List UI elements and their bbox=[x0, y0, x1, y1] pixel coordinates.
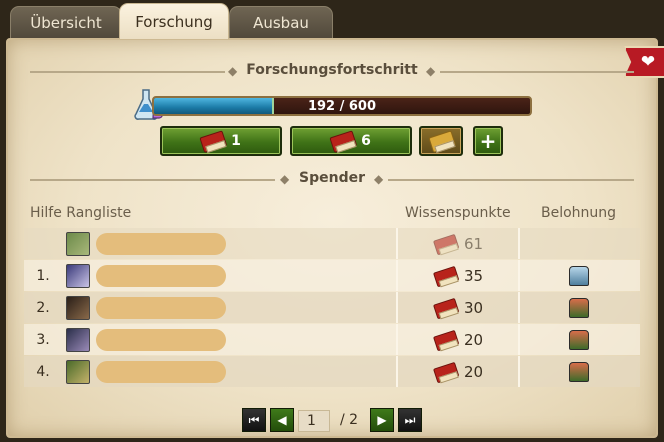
rank: 3. bbox=[36, 331, 50, 348]
avatar bbox=[66, 264, 90, 288]
points: 35 bbox=[434, 260, 524, 291]
add-button[interactable]: + bbox=[473, 126, 503, 156]
invest-6-button[interactable]: 6 bbox=[290, 126, 412, 156]
avatar bbox=[66, 328, 90, 352]
points: 61 bbox=[434, 228, 524, 259]
tab-label: Übersicht bbox=[30, 13, 102, 32]
red-book-icon bbox=[432, 328, 457, 351]
red-book-icon bbox=[432, 296, 457, 319]
button-label: 6 bbox=[361, 133, 371, 149]
points-value: 30 bbox=[464, 298, 484, 317]
tab-label: Forschung bbox=[135, 12, 213, 31]
points: 20 bbox=[434, 324, 524, 355]
avatar bbox=[66, 360, 90, 384]
table-row[interactable]: 61 bbox=[24, 228, 640, 259]
button-label: 1 bbox=[231, 133, 241, 149]
redacted-player-name bbox=[96, 265, 226, 287]
redacted-player-name bbox=[96, 361, 226, 383]
red-book-icon bbox=[199, 129, 225, 153]
red-book-icon bbox=[432, 360, 457, 383]
rank bbox=[24, 228, 62, 259]
points-value: 35 bbox=[464, 266, 484, 285]
column-points: Wissenspunkte bbox=[405, 205, 511, 221]
avatar bbox=[66, 232, 90, 256]
redacted-player-name bbox=[96, 329, 226, 351]
next-page-button[interactable]: ▶ bbox=[370, 408, 394, 432]
column-reward: Belohnung bbox=[541, 205, 617, 221]
heart-icon: ❤ bbox=[640, 52, 656, 72]
red-book-icon bbox=[432, 264, 457, 287]
page-number-input[interactable]: 1 bbox=[298, 410, 330, 432]
rank: 4. bbox=[36, 363, 50, 380]
section-title: Spender bbox=[299, 170, 365, 186]
avatar bbox=[66, 296, 90, 320]
invest-1-button[interactable]: 1 bbox=[160, 126, 282, 156]
research-progress-bar: 192 / 600 bbox=[152, 96, 532, 116]
table-row[interactable]: 2. 30 bbox=[24, 292, 640, 323]
rank: 1. bbox=[36, 267, 50, 284]
research-progress-header: ◆ Forschungsfortschritt ◆ bbox=[30, 62, 634, 80]
ornament-icon: ◆ bbox=[426, 64, 436, 78]
tab-upgrade[interactable]: Ausbau bbox=[229, 6, 333, 38]
red-book-icon bbox=[432, 232, 457, 255]
section-title: Forschungsfortschritt bbox=[246, 62, 418, 78]
red-chest-icon bbox=[564, 296, 592, 320]
points-value: 20 bbox=[464, 362, 484, 381]
tab-research[interactable]: Forschung bbox=[119, 3, 229, 39]
red-chest-icon bbox=[564, 360, 592, 384]
blue-chest-icon bbox=[564, 264, 592, 288]
first-page-button[interactable]: ⏮ bbox=[242, 408, 266, 432]
page-total: / 2 bbox=[340, 412, 359, 428]
last-page-button[interactable]: ⏭ bbox=[398, 408, 422, 432]
tab-label: Ausbau bbox=[253, 13, 309, 32]
points: 20 bbox=[434, 356, 524, 387]
red-book-icon bbox=[329, 129, 355, 153]
column-rank: Hilfe Rangliste bbox=[30, 205, 132, 221]
redacted-player-name bbox=[96, 297, 226, 319]
rank: 2. bbox=[36, 299, 50, 316]
points-value: 20 bbox=[464, 330, 484, 349]
ornament-icon: ◆ bbox=[374, 172, 384, 186]
tab-overview[interactable]: Übersicht bbox=[10, 6, 122, 38]
prev-page-button[interactable]: ◀ bbox=[270, 408, 294, 432]
redacted-player-name bbox=[96, 233, 226, 255]
tab-bar: Übersicht Forschung Ausbau bbox=[0, 0, 664, 39]
gold-book-button[interactable] bbox=[419, 126, 463, 156]
gold-book-icon bbox=[428, 129, 454, 153]
progress-text: 192 / 600 bbox=[307, 99, 377, 114]
table-row[interactable]: 4. 20 bbox=[24, 356, 640, 387]
donors-header: ◆ Spender ◆ bbox=[30, 170, 634, 188]
plus-icon: + bbox=[479, 129, 497, 153]
red-chest-icon bbox=[564, 328, 592, 352]
points: 30 bbox=[434, 292, 524, 323]
table-row[interactable]: 1. 35 bbox=[24, 260, 640, 291]
table-row[interactable]: 3. 20 bbox=[24, 324, 640, 355]
points-value: 61 bbox=[464, 234, 484, 253]
